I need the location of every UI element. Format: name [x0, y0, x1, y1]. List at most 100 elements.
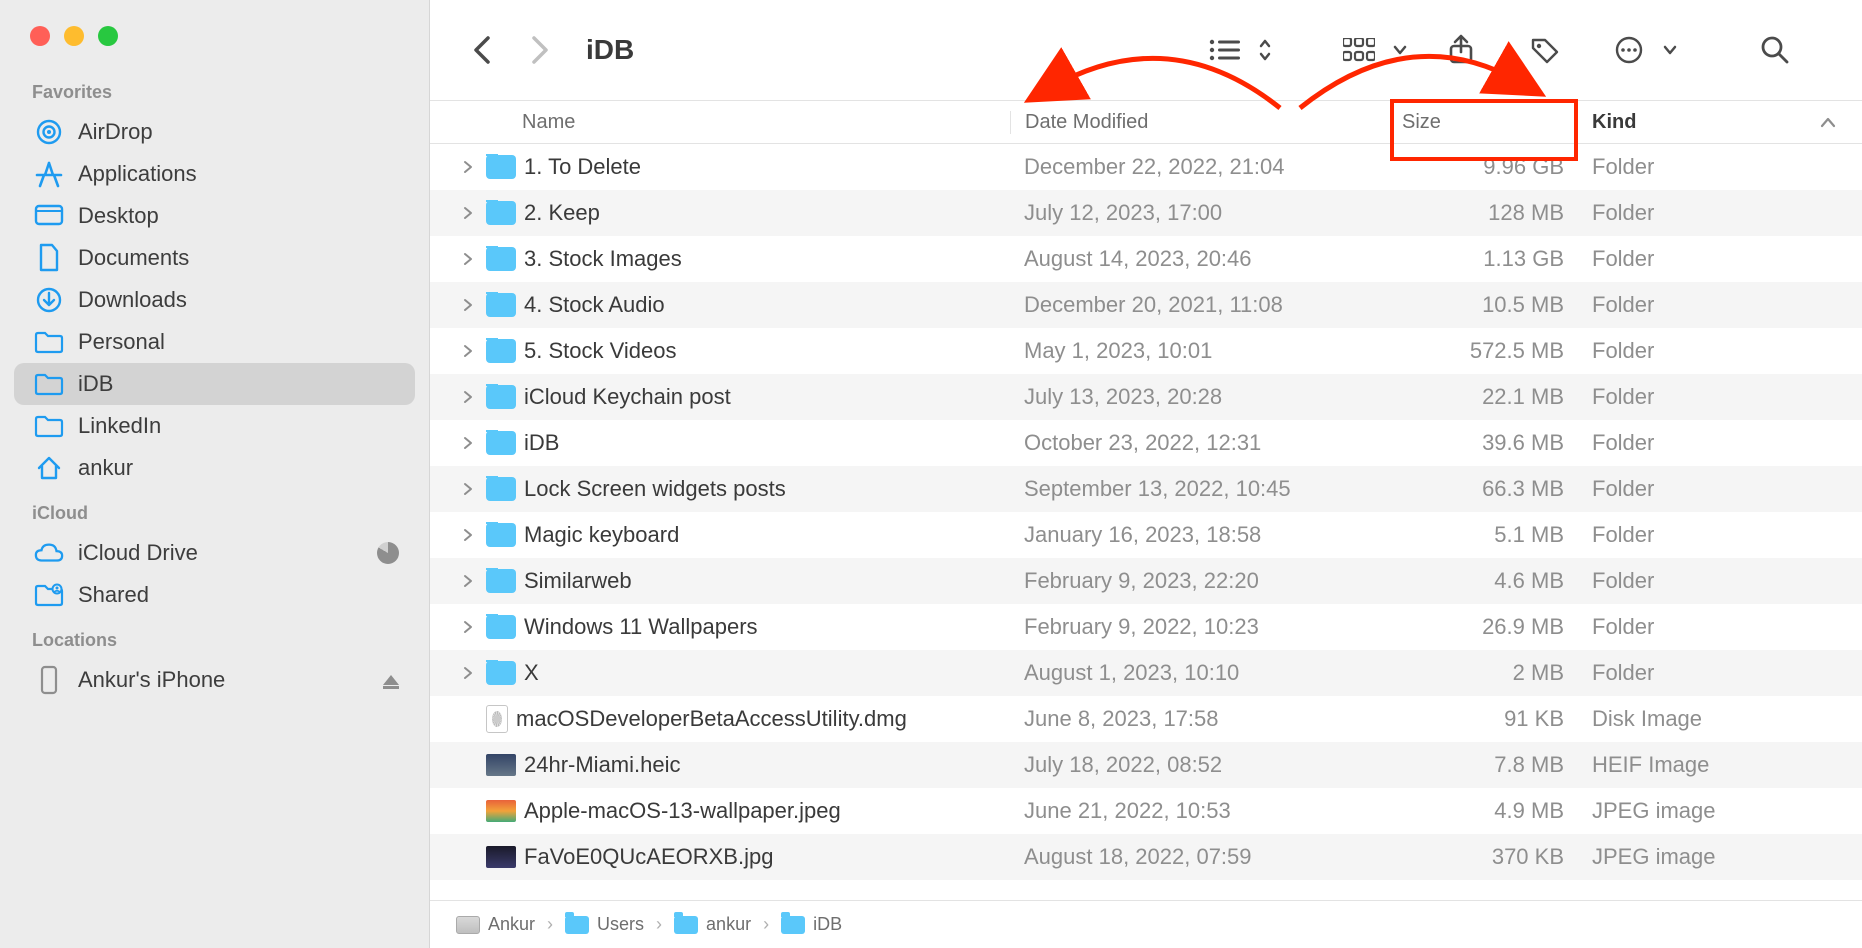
- file-date: June 8, 2023, 17:58: [1010, 706, 1388, 732]
- sidebar-item-shared[interactable]: Shared: [14, 574, 415, 616]
- sidebar-item-label: iCloud Drive: [78, 540, 198, 566]
- disclosure-triangle-icon[interactable]: [458, 666, 478, 680]
- folder-icon: [781, 916, 805, 934]
- file-row[interactable]: 5. Stock Videos May 1, 2023, 10:01 572.5…: [430, 328, 1862, 374]
- sidebar-item-idb[interactable]: iDB: [14, 363, 415, 405]
- file-list[interactable]: 1. To Delete December 22, 2022, 21:04 9.…: [430, 144, 1862, 900]
- file-row[interactable]: FaVoE0QUcAEORXB.jpg August 18, 2022, 07:…: [430, 834, 1862, 880]
- grid-icon: [1332, 28, 1386, 72]
- sidebar-item-downloads[interactable]: Downloads: [14, 279, 415, 321]
- file-row[interactable]: iCloud Keychain post July 13, 2023, 20:2…: [430, 374, 1862, 420]
- file-kind: Folder: [1578, 292, 1862, 318]
- path-segment[interactable]: ankur: [706, 914, 751, 935]
- sidebar-item-airdrop[interactable]: AirDrop: [14, 111, 415, 153]
- file-name: Windows 11 Wallpapers: [524, 614, 758, 640]
- path-separator-icon: ›: [656, 914, 662, 935]
- file-row[interactable]: X August 1, 2023, 10:10 2 MB Folder: [430, 650, 1862, 696]
- file-name: macOSDeveloperBetaAccessUtility.dmg: [516, 706, 907, 732]
- file-kind: JPEG image: [1578, 844, 1862, 870]
- file-date: June 21, 2022, 10:53: [1010, 798, 1388, 824]
- column-header-date[interactable]: Date Modified: [1010, 111, 1388, 134]
- file-kind: Folder: [1578, 614, 1862, 640]
- action-menu-button[interactable]: [1592, 28, 1678, 72]
- sidebar-item-personal[interactable]: Personal: [14, 321, 415, 363]
- img3-icon: [486, 846, 516, 868]
- sidebar-item-linkedin[interactable]: LinkedIn: [14, 405, 415, 447]
- file-kind: Folder: [1578, 200, 1862, 226]
- file-row[interactable]: 3. Stock Images August 14, 2023, 20:46 1…: [430, 236, 1862, 282]
- close-window-button[interactable]: [30, 26, 50, 46]
- folder-icon: [486, 247, 516, 271]
- file-date: January 16, 2023, 18:58: [1010, 522, 1388, 548]
- file-row[interactable]: iDB October 23, 2022, 12:31 39.6 MB Fold…: [430, 420, 1862, 466]
- shared-icon: [34, 580, 64, 610]
- file-size: 9.96 GB: [1388, 154, 1578, 180]
- sidebar-item-ankur-s-iphone[interactable]: Ankur's iPhone: [14, 659, 415, 701]
- disclosure-triangle-icon[interactable]: [458, 252, 478, 266]
- search-button[interactable]: [1748, 28, 1802, 72]
- disclosure-triangle-icon[interactable]: [458, 206, 478, 220]
- column-header-name[interactable]: Name: [430, 111, 1010, 134]
- forward-button[interactable]: [516, 27, 562, 73]
- sidebar-item-label: Personal: [78, 329, 165, 355]
- minimize-window-button[interactable]: [64, 26, 84, 46]
- file-row[interactable]: Magic keyboard January 16, 2023, 18:58 5…: [430, 512, 1862, 558]
- file-row[interactable]: Windows 11 Wallpapers February 9, 2022, …: [430, 604, 1862, 650]
- tags-button[interactable]: [1518, 28, 1572, 72]
- path-segment[interactable]: Users: [597, 914, 644, 935]
- file-row[interactable]: 2. Keep July 12, 2023, 17:00 128 MB Fold…: [430, 190, 1862, 236]
- file-size: 91 KB: [1388, 706, 1578, 732]
- file-row[interactable]: Lock Screen widgets posts September 13, …: [430, 466, 1862, 512]
- file-row[interactable]: macOSDeveloperBetaAccessUtility.dmg June…: [430, 696, 1862, 742]
- group-by-button[interactable]: [1322, 28, 1408, 72]
- chevron-down-icon: [1392, 42, 1408, 58]
- path-segment[interactable]: Ankur: [488, 914, 535, 935]
- disclosure-triangle-icon[interactable]: [458, 482, 478, 496]
- share-button[interactable]: [1434, 28, 1488, 72]
- path-bar: Ankur›Users›ankur›iDB: [430, 900, 1862, 948]
- window-controls: [0, 10, 429, 74]
- view-options-button[interactable]: [1188, 28, 1272, 72]
- apps-icon: [34, 159, 64, 189]
- file-row[interactable]: 1. To Delete December 22, 2022, 21:04 9.…: [430, 144, 1862, 190]
- sidebar-item-desktop[interactable]: Desktop: [14, 195, 415, 237]
- back-button[interactable]: [460, 27, 506, 73]
- folder-icon: [34, 369, 64, 399]
- file-kind: Folder: [1578, 246, 1862, 272]
- file-row[interactable]: 4. Stock Audio December 20, 2021, 11:08 …: [430, 282, 1862, 328]
- disclosure-triangle-icon[interactable]: [458, 528, 478, 542]
- file-name: 4. Stock Audio: [524, 292, 665, 318]
- file-size: 370 KB: [1388, 844, 1578, 870]
- file-kind: Folder: [1578, 154, 1862, 180]
- sidebar-item-documents[interactable]: Documents: [14, 237, 415, 279]
- disclosure-triangle-icon[interactable]: [458, 574, 478, 588]
- downloads-icon: [34, 285, 64, 315]
- column-header-kind[interactable]: Kind: [1578, 111, 1862, 134]
- column-header-size[interactable]: Size: [1388, 111, 1578, 134]
- sidebar-item-label: LinkedIn: [78, 413, 161, 439]
- eject-button[interactable]: [383, 675, 399, 685]
- sidebar-item-label: Shared: [78, 582, 149, 608]
- sidebar-item-applications[interactable]: Applications: [14, 153, 415, 195]
- folder-icon: [486, 523, 516, 547]
- path-segment[interactable]: iDB: [813, 914, 842, 935]
- disclosure-triangle-icon[interactable]: [458, 344, 478, 358]
- file-row[interactable]: Similarweb February 9, 2023, 22:20 4.6 M…: [430, 558, 1862, 604]
- disclosure-triangle-icon[interactable]: [458, 298, 478, 312]
- sync-progress-icon: [377, 542, 399, 564]
- zoom-window-button[interactable]: [98, 26, 118, 46]
- disclosure-triangle-icon[interactable]: [458, 436, 478, 450]
- toolbar: iDB: [430, 0, 1862, 100]
- file-date: September 13, 2022, 10:45: [1010, 476, 1388, 502]
- sidebar-item-icloud-drive[interactable]: iCloud Drive: [14, 532, 415, 574]
- documents-icon: [34, 243, 64, 273]
- disclosure-triangle-icon[interactable]: [458, 390, 478, 404]
- file-size: 5.1 MB: [1388, 522, 1578, 548]
- file-row[interactable]: Apple-macOS-13-wallpaper.jpeg June 21, 2…: [430, 788, 1862, 834]
- file-row[interactable]: 24hr-Miami.heic July 18, 2022, 08:52 7.8…: [430, 742, 1862, 788]
- disclosure-triangle-icon[interactable]: [458, 160, 478, 174]
- disclosure-triangle-icon[interactable]: [458, 620, 478, 634]
- sidebar-item-label: Downloads: [78, 287, 187, 313]
- sidebar-item-ankur[interactable]: ankur: [14, 447, 415, 489]
- file-name: 5. Stock Videos: [524, 338, 676, 364]
